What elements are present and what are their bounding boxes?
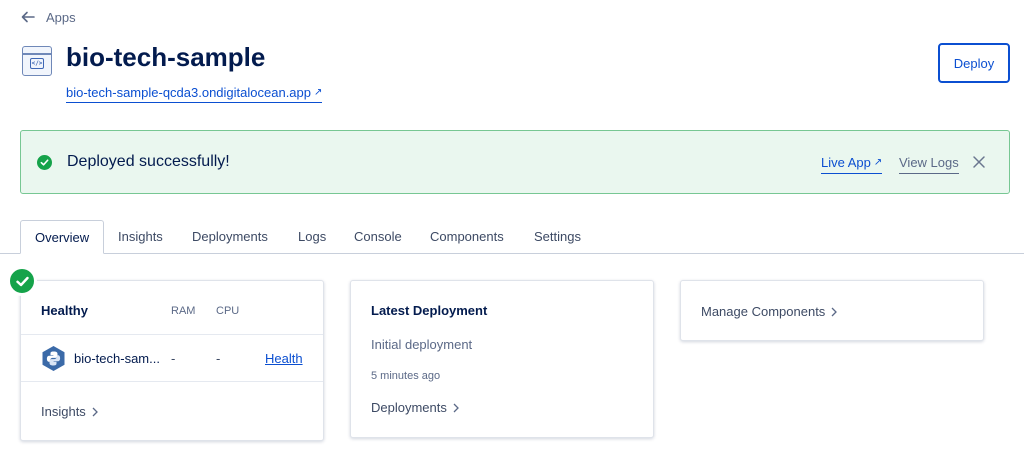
deployments-link-label: Deployments <box>371 400 447 415</box>
live-app-link[interactable]: Live App ↗ <box>821 155 883 174</box>
banner-message: Deployed successfully! <box>67 153 230 170</box>
tab-console[interactable]: Console <box>340 220 416 254</box>
cpu-column-header: CPU <box>216 305 240 317</box>
ram-column-header: RAM <box>171 305 196 317</box>
manage-components-card: Manage Components <box>680 280 984 341</box>
latest-deployment-title: Latest Deployment <box>371 303 488 318</box>
external-link-icon: ↗ <box>873 157 883 168</box>
component-cpu-value: - <box>216 351 221 366</box>
view-logs-link[interactable]: View Logs <box>899 155 959 174</box>
chevron-right-icon <box>831 307 838 316</box>
tab-overview[interactable]: Overview <box>20 220 105 254</box>
health-link[interactable]: Health <box>265 351 303 366</box>
page-title: bio-tech-sample <box>66 42 266 72</box>
insights-link[interactable]: Insights <box>41 404 99 419</box>
latest-deployment-card: Latest Deployment Initial deployment 5 m… <box>350 280 654 438</box>
arrow-left-icon <box>21 11 35 23</box>
tab-insights[interactable]: Insights <box>104 220 177 254</box>
deployment-time: 5 minutes ago <box>371 370 441 382</box>
tab-settings[interactable]: Settings <box>520 220 595 254</box>
tab-logs[interactable]: Logs <box>284 220 340 254</box>
success-check-icon <box>37 155 52 170</box>
tab-deployments[interactable]: Deployments <box>178 220 282 254</box>
divider <box>21 381 323 382</box>
component-ram-value: - <box>171 351 176 366</box>
back-to-apps-link[interactable]: Apps <box>20 9 76 25</box>
deploy-button[interactable]: Deploy <box>938 43 1010 83</box>
app-url-link[interactable]: bio-tech-sample-qcda3.ondigitalocean.app… <box>66 85 323 103</box>
chevron-right-icon <box>453 403 459 412</box>
deploy-status-banner: Deployed successfully! Live App ↗ View L… <box>20 130 1010 194</box>
app-code-window-icon: </> <box>22 46 52 76</box>
deployment-description: Initial deployment <box>371 337 473 352</box>
manage-components-label: Manage Components <box>701 304 826 319</box>
healthy-check-icon <box>8 267 36 295</box>
chevron-right-icon <box>92 407 98 416</box>
health-status-title: Healthy <box>41 303 88 318</box>
external-link-icon: ↗ <box>314 87 323 98</box>
close-icon[interactable] <box>972 155 986 169</box>
divider <box>21 334 323 335</box>
tab-components[interactable]: Components <box>416 220 518 254</box>
python-icon <box>42 346 65 371</box>
health-card: Healthy RAM CPU bio-tech-sam... - - Heal… <box>20 280 324 441</box>
manage-components-link[interactable]: Manage Components <box>701 304 838 319</box>
deployments-link[interactable]: Deployments <box>371 400 460 415</box>
component-name: bio-tech-sam... <box>74 351 160 366</box>
live-app-label: Live App <box>821 155 871 170</box>
insights-link-label: Insights <box>41 404 86 419</box>
back-label: Apps <box>46 9 76 25</box>
app-url-text: bio-tech-sample-qcda3.ondigitalocean.app <box>66 85 311 100</box>
